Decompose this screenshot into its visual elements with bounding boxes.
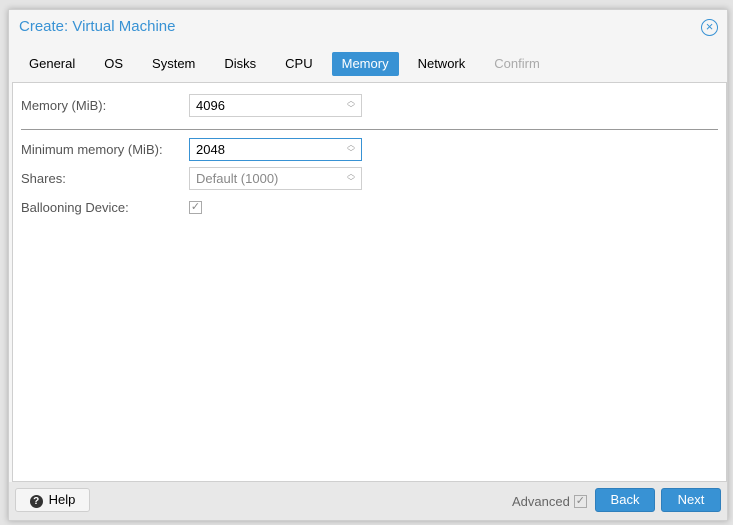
tab-cpu[interactable]: CPU: [275, 52, 322, 76]
ballooning-checkbox[interactable]: ✓: [189, 200, 202, 214]
divider: [21, 129, 718, 130]
tab-general[interactable]: General: [19, 52, 85, 76]
tab-disks[interactable]: Disks: [214, 52, 266, 76]
next-button[interactable]: Next: [661, 488, 721, 512]
back-button[interactable]: Back: [595, 488, 655, 512]
tab-bar: General OS System Disks CPU Memory Netwo…: [19, 52, 559, 76]
shares-label: Shares:: [21, 170, 66, 186]
shares-input[interactable]: Default (1000) ︿ ﹀: [189, 166, 362, 190]
memory-label: Memory (MiB):: [21, 97, 107, 113]
memory-input[interactable]: 4096 ︿ ﹀: [189, 93, 362, 117]
tab-confirm: Confirm: [494, 56, 540, 71]
memory-panel: Memory (MiB): 4096 ︿ ﹀ Minimum memory (MiB…: [12, 82, 727, 482]
spinner-icon[interactable]: ︿ ﹀: [347, 169, 355, 186]
advanced-label: Advanced: [512, 494, 570, 509]
question-icon: ?: [29, 495, 43, 508]
advanced-checkbox[interactable]: ✓: [573, 495, 587, 508]
spinner-icon[interactable]: ︿ ﹀: [347, 140, 355, 157]
tab-system[interactable]: System: [142, 52, 205, 76]
spinner-icon[interactable]: ︿ ﹀: [347, 96, 355, 113]
tab-memory[interactable]: Memory: [331, 52, 399, 76]
ballooning-label: Ballooning Device:: [21, 199, 129, 215]
min-memory-label: Minimum memory (MiB):: [21, 141, 163, 157]
tab-network[interactable]: Network: [408, 52, 476, 76]
dialog-title: Create: Virtual Machine: [19, 18, 176, 35]
dialog-footer: ? Help Advanced ✓ Back Next: [9, 482, 727, 520]
create-vm-dialog: Create: Virtual Machine × General OS Sys…: [8, 9, 728, 521]
close-icon[interactable]: ×: [701, 19, 718, 36]
min-memory-input[interactable]: 2048 ︿ ﹀: [189, 137, 362, 161]
help-button[interactable]: ? Help: [15, 488, 90, 512]
tab-os[interactable]: OS: [94, 52, 133, 76]
